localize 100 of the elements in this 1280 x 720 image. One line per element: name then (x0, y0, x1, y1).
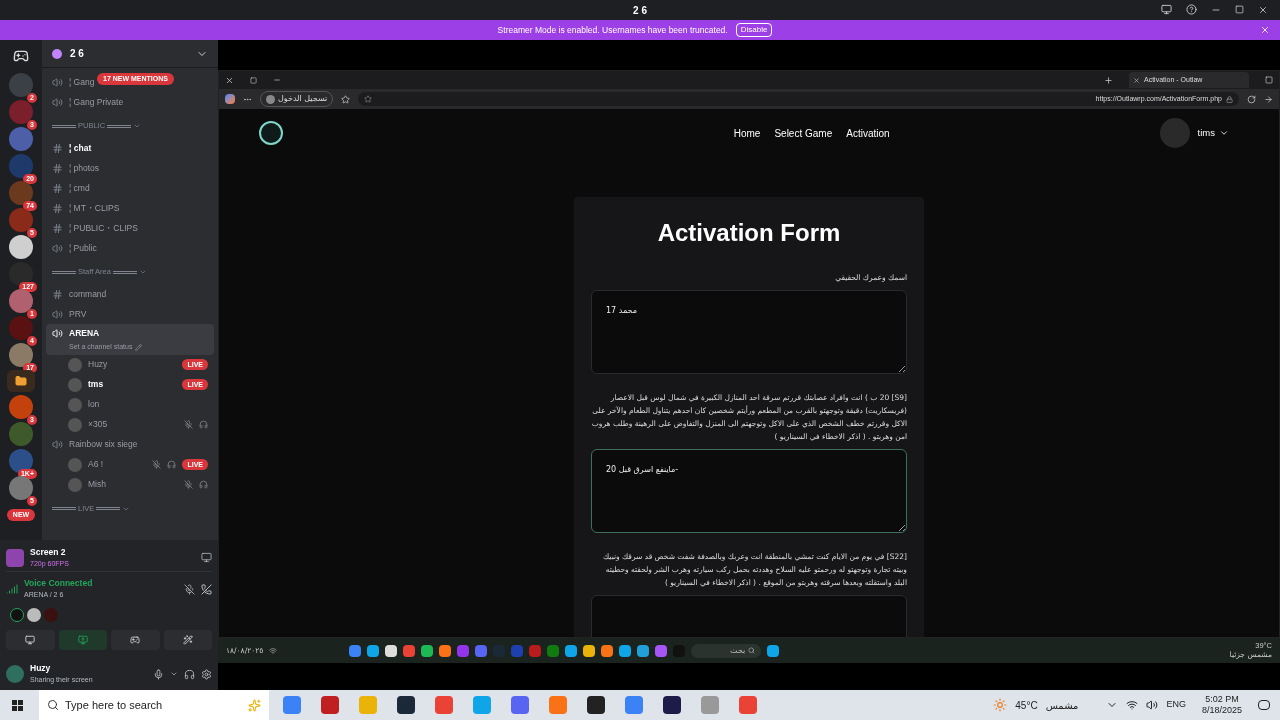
site-logo-icon[interactable] (259, 121, 283, 145)
server-avatar[interactable] (9, 154, 33, 178)
favorites-icon[interactable] (341, 94, 351, 104)
member-name[interactable]: Huzy (88, 358, 108, 371)
notifications-icon[interactable] (1258, 700, 1270, 710)
close-icon[interactable] (1258, 4, 1268, 15)
language-indicator[interactable]: ENG (1166, 698, 1186, 712)
taskbar-app-icon[interactable] (663, 696, 681, 714)
chevron-icon (133, 122, 142, 130)
voice-channel[interactable]: ¦ Public (69, 241, 97, 255)
text-channel[interactable]: command (69, 287, 107, 301)
bookmark-icon[interactable] (364, 95, 373, 103)
text-channel[interactable]: ¦ PUBLIC・CLIPS (69, 221, 138, 235)
app-icon[interactable] (565, 644, 578, 657)
volume-icon[interactable] (1146, 699, 1159, 711)
member-name[interactable]: lon (88, 398, 100, 411)
clock-time[interactable]: 5:02 PM (1205, 694, 1239, 705)
server-avatar[interactable] (9, 262, 33, 286)
server-avatar[interactable] (9, 235, 33, 259)
screen-share-button[interactable] (58, 630, 107, 650)
server-icon (52, 48, 62, 59)
forward-icon[interactable] (1264, 94, 1273, 104)
app-icon[interactable] (637, 644, 650, 657)
voice-channel[interactable]: Rainbow six siege (69, 438, 138, 451)
disable-button[interactable]: Disable (735, 23, 773, 37)
form-title: Activation Form (656, 218, 842, 248)
nav-link[interactable]: Select Game (774, 125, 833, 141)
server-avatar[interactable] (9, 449, 33, 473)
hash-icon (52, 142, 63, 154)
member-name[interactable]: tms (88, 378, 104, 391)
refresh-icon[interactable] (1247, 94, 1256, 104)
start-icon[interactable] (767, 644, 780, 657)
new-tab-icon[interactable] (1104, 75, 1113, 85)
maximize-icon[interactable] (1235, 5, 1244, 14)
voice-channel[interactable]: ¦ Gang (69, 75, 95, 89)
nav-link[interactable]: Home (733, 125, 761, 141)
answer-field[interactable]: ماينفع اسرق قبل 20- (591, 449, 907, 533)
app-icon[interactable] (601, 644, 614, 657)
participant-avatar (27, 608, 41, 622)
speaker-icon (52, 76, 63, 88)
member-avatar (68, 377, 82, 392)
taskbar-search-field[interactable]: Type here to search (39, 690, 269, 720)
app-icon[interactable] (367, 644, 380, 657)
server-header[interactable]: 2 6 (42, 40, 218, 68)
gamepad-icon (130, 635, 141, 645)
answer-field[interactable]: محمد 17 (591, 290, 907, 374)
activity-button[interactable] (111, 630, 160, 650)
site-user-name[interactable]: tims (1197, 125, 1215, 141)
close-tab-icon[interactable] (1133, 76, 1140, 84)
member-name[interactable]: Mish (88, 478, 106, 491)
member-avatar (68, 417, 82, 432)
voice-status[interactable]: Voice Connected (24, 577, 178, 591)
close-icon[interactable] (225, 75, 234, 85)
participant-avatar (10, 608, 24, 622)
user-avatar[interactable] (6, 665, 24, 683)
text-channel[interactable]: ¦ cmd (69, 181, 90, 195)
search-field[interactable]: بحث (691, 643, 762, 658)
chevron-icon[interactable] (1219, 128, 1229, 138)
member-name[interactable]: A6 ! (88, 458, 104, 471)
windows-start-icon[interactable] (12, 699, 23, 711)
headphones-icon[interactable] (184, 668, 195, 680)
text-channel[interactable]: ¦ MT・CLIPS (69, 201, 120, 215)
network-icon[interactable] (1126, 699, 1139, 711)
text-channel[interactable]: ¦ chat (69, 141, 92, 155)
minimize-icon[interactable] (273, 76, 281, 84)
help-icon[interactable] (1186, 4, 1197, 15)
nav-link[interactable]: Activation (846, 125, 890, 141)
app-icon[interactable] (439, 644, 452, 657)
pencil-icon (135, 343, 143, 351)
search-icon (47, 699, 59, 711)
app-icon[interactable] (385, 644, 398, 657)
folder-icon (15, 375, 27, 387)
speaker-icon (52, 96, 63, 108)
clock-date[interactable]: 8/18/2025 (1201, 705, 1242, 716)
taskbar-app-icon[interactable] (587, 696, 605, 714)
tab-actions-icon[interactable] (1265, 76, 1273, 84)
disconnect-icon[interactable] (201, 583, 212, 595)
taskbar-app-icon[interactable] (397, 696, 415, 714)
stream-thumbnail (6, 548, 24, 567)
voice-channel[interactable]: ¦ Gang Private (69, 95, 124, 109)
sparkle-icon (248, 698, 261, 712)
app-icon[interactable] (421, 644, 434, 657)
member-name[interactable]: ×305 (88, 418, 108, 431)
voice-channel[interactable]: PRV (69, 307, 87, 321)
soundboard-button[interactable] (163, 630, 212, 650)
app-icon[interactable] (583, 644, 596, 657)
restore-icon[interactable] (250, 76, 257, 84)
server-folder[interactable] (7, 370, 35, 392)
stop-stream-icon[interactable] (201, 552, 212, 563)
taskbar-app-icon[interactable] (321, 696, 339, 714)
app-icon[interactable] (619, 644, 632, 657)
browser-logo-icon[interactable] (225, 94, 235, 104)
settings-icon[interactable] (201, 668, 212, 680)
text-channel[interactable]: ¦ photos (69, 161, 100, 175)
hash-icon (52, 202, 63, 214)
close-icon[interactable] (1260, 25, 1270, 35)
microphone-icon[interactable] (153, 668, 164, 680)
voice-channel[interactable]: ARENA (69, 326, 100, 340)
chevron-icon[interactable] (170, 670, 178, 678)
camera-button[interactable] (6, 630, 55, 650)
